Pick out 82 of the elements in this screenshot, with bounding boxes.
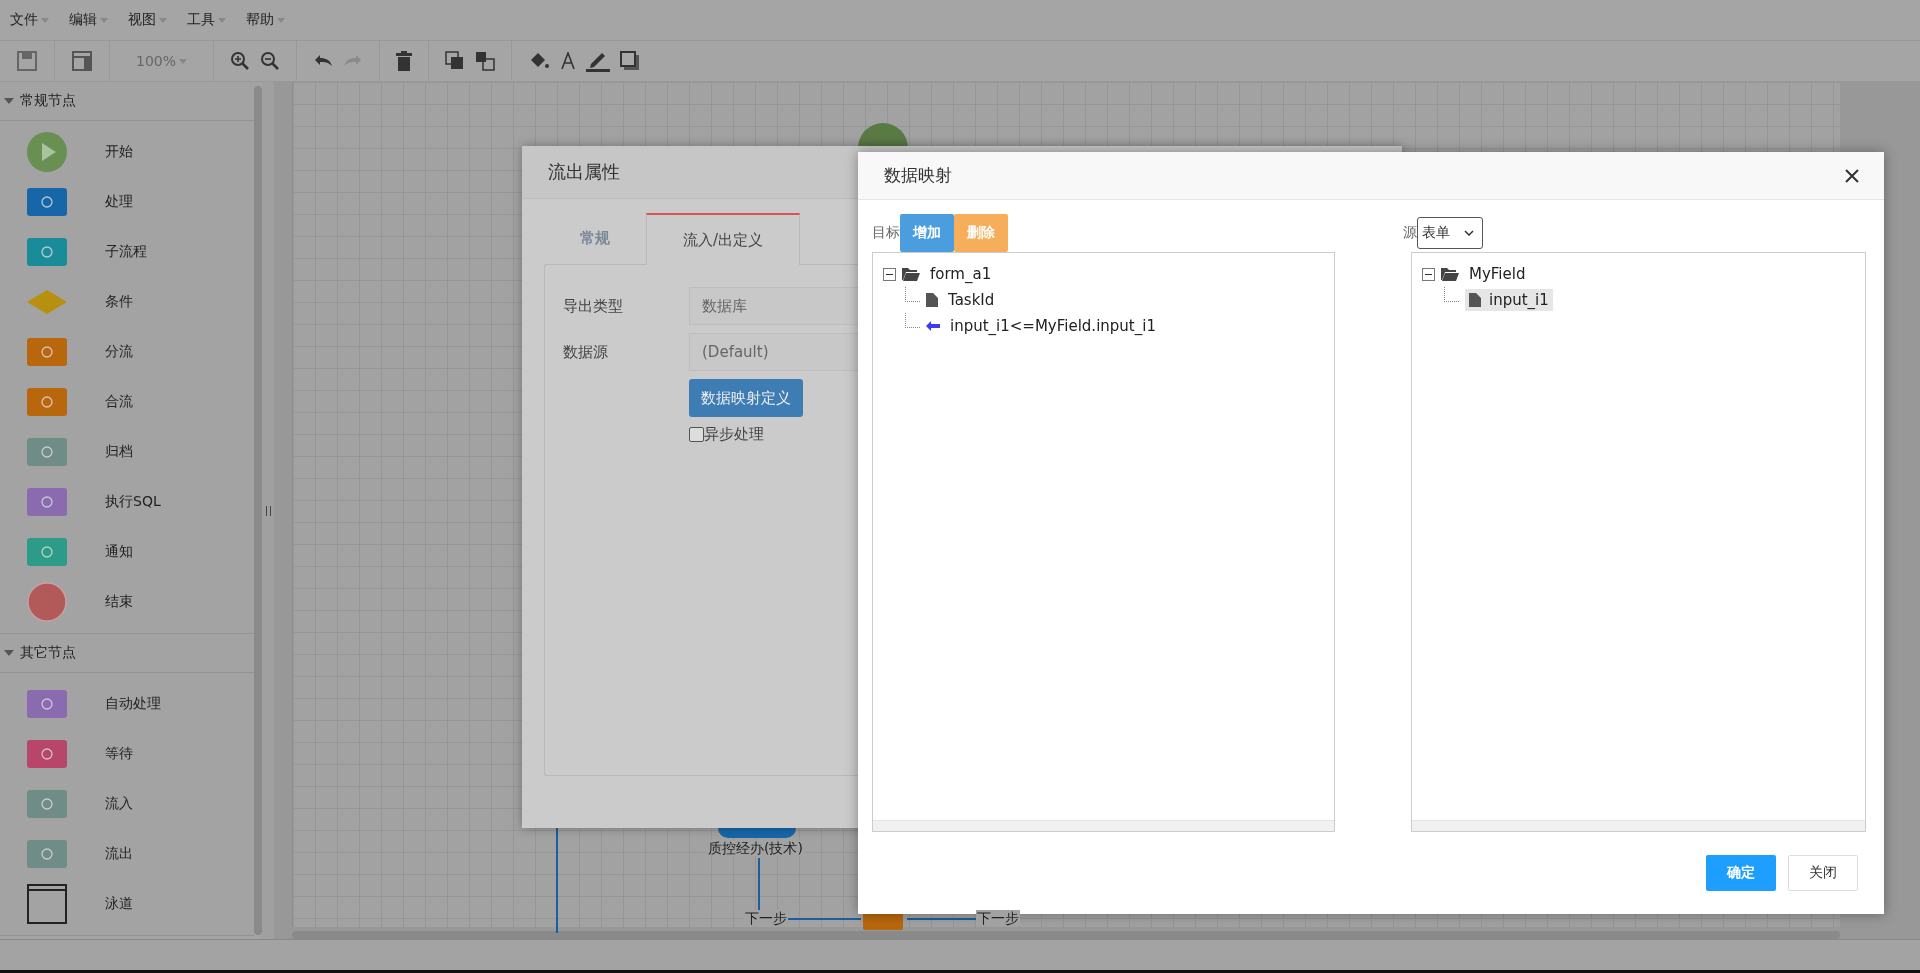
scrollbar[interactable]: [254, 86, 262, 935]
wait-node-icon[interactable]: [27, 740, 67, 768]
file-icon: [926, 293, 938, 308]
checkbox[interactable]: [689, 427, 704, 442]
tree-node[interactable]: input_i1: [1465, 289, 1553, 312]
node-type-label[interactable]: 开始: [105, 143, 133, 161]
play-circle-icon[interactable]: [27, 132, 67, 172]
menu-item[interactable]: 帮助: [246, 11, 285, 29]
menu-item[interactable]: 文件: [10, 11, 49, 29]
canvas-label: 质控经办(技术): [706, 840, 805, 856]
node-type-label[interactable]: 子流程: [105, 243, 147, 261]
notify-node-icon[interactable]: [27, 538, 67, 566]
close-button[interactable]: 关闭: [1788, 855, 1858, 892]
tree-node[interactable]: MyField: [1465, 263, 1530, 286]
node-type-label[interactable]: 归档: [105, 443, 133, 461]
file-icon: [1469, 293, 1481, 308]
node-type-label[interactable]: 结束: [105, 593, 133, 611]
mapping-button[interactable]: 数据映射定义: [689, 379, 803, 417]
subflow-node-icon[interactable]: [27, 238, 67, 266]
node-type-label[interactable]: 分流: [105, 343, 133, 361]
scrollbar[interactable]: [292, 931, 1840, 939]
source-label: 源: [1403, 224, 1417, 243]
menu-item[interactable]: 视图: [128, 11, 167, 29]
menu-item[interactable]: 编辑: [69, 11, 108, 29]
pencil-icon[interactable]: [586, 50, 611, 72]
splitter-handle[interactable]: [265, 505, 271, 516]
lane-icon[interactable]: [27, 884, 67, 924]
bring-front-icon[interactable]: [445, 51, 466, 71]
chevron-down-icon: [1464, 230, 1474, 237]
delete-icon[interactable]: [396, 51, 413, 71]
shadow-icon[interactable]: [620, 51, 641, 71]
auto-node-icon[interactable]: [27, 690, 67, 718]
dialog-title: 流出属性: [548, 160, 620, 184]
source-dropdown[interactable]: 表单: [1417, 217, 1483, 250]
field-label: 数据源: [563, 342, 609, 362]
menu-item[interactable]: 工具: [187, 11, 226, 29]
task-node[interactable]: [718, 828, 796, 838]
close-icon[interactable]: [1844, 167, 1860, 184]
section-header[interactable]: 常规节点: [0, 82, 254, 121]
checkbox-label[interactable]: 异步处理: [704, 425, 764, 444]
node-type-label[interactable]: 执行SQL: [105, 493, 161, 511]
folder-icon: [902, 267, 920, 282]
collapse-toggle[interactable]: [883, 267, 896, 281]
field-label: 导出类型: [563, 296, 624, 316]
sql-node-icon[interactable]: [27, 488, 67, 516]
undo-icon[interactable]: [313, 54, 334, 68]
stop-circle-icon[interactable]: [27, 582, 67, 622]
merge-node-icon[interactable]: [27, 388, 67, 416]
scrollbar[interactable]: [1412, 820, 1865, 832]
folder-icon: [1441, 267, 1459, 282]
node-type-label[interactable]: 等待: [105, 745, 133, 763]
node-type-label[interactable]: 通知: [105, 543, 133, 561]
text-color-icon[interactable]: [560, 52, 577, 70]
tree-node[interactable]: form_a1: [926, 263, 996, 286]
save-icon[interactable]: [16, 50, 38, 72]
dialog-title: 数据映射: [884, 164, 952, 188]
node-type-label[interactable]: 条件: [105, 293, 133, 311]
node-type-label[interactable]: 处理: [105, 193, 133, 211]
node-type-label[interactable]: 流入: [105, 795, 133, 813]
zoom-out-icon[interactable]: [260, 51, 281, 71]
node-type-label[interactable]: 流出: [105, 845, 133, 863]
split-node-icon[interactable]: [27, 338, 67, 366]
send-back-icon[interactable]: [475, 51, 496, 71]
archive-node-icon[interactable]: [27, 438, 67, 466]
layout-icon[interactable]: [71, 50, 93, 72]
collapse-toggle[interactable]: [1422, 267, 1435, 281]
scrollbar[interactable]: [873, 820, 1334, 832]
outflow-node-icon[interactable]: [27, 840, 67, 868]
tab[interactable]: 流入/出定义: [646, 213, 801, 265]
tree-node[interactable]: input_i1<=MyField.input_i1: [946, 315, 1160, 338]
task-node-icon[interactable]: [27, 188, 67, 216]
node-type-label[interactable]: 泳道: [105, 895, 133, 913]
node-type-label[interactable]: 合流: [105, 393, 133, 411]
canvas-label: 下一步: [976, 910, 1020, 926]
node-type-label[interactable]: 自动处理: [105, 695, 161, 713]
arrow-icon: [926, 321, 940, 332]
canvas-label: 下一步: [744, 910, 788, 926]
target-label: 目标: [872, 224, 900, 243]
zoom-in-icon[interactable]: [230, 51, 251, 71]
connector-line: [907, 918, 977, 920]
inflow-node-icon[interactable]: [27, 790, 67, 818]
tree-node[interactable]: TaskId: [944, 289, 999, 312]
